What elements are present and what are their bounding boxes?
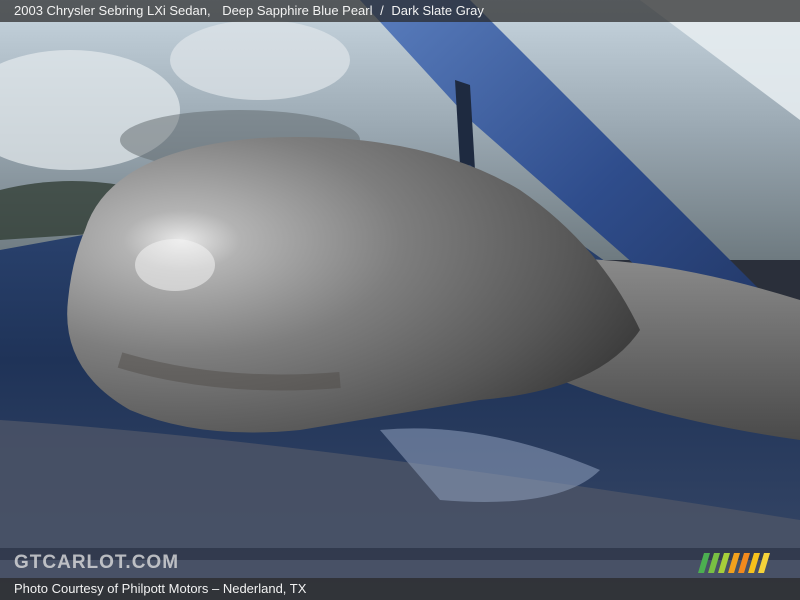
cloud-reflection — [170, 20, 350, 100]
car-mirror-photo — [0, 0, 800, 600]
photo-page: 2003 Chrysler Sebring LXi Sedan, Deep Sa… — [0, 0, 800, 600]
exterior-color: Deep Sapphire Blue Pearl — [222, 3, 373, 18]
color-separator: / — [380, 3, 384, 18]
credit-bar: Photo Courtesy of Philpott Motors – Nede… — [0, 578, 800, 600]
caption-bar: 2003 Chrysler Sebring LXi Sedan, Deep Sa… — [0, 0, 800, 22]
interior-color: Dark Slate Gray — [391, 3, 484, 18]
vehicle-title: 2003 Chrysler Sebring LXi Sedan, — [14, 3, 211, 18]
logo-stripes-icon — [698, 553, 770, 573]
photo-credit: Photo Courtesy of Philpott Motors – Nede… — [14, 581, 307, 596]
site-watermark: GTCARLOT.COM — [14, 552, 180, 573]
mirror-highlight — [135, 239, 215, 291]
